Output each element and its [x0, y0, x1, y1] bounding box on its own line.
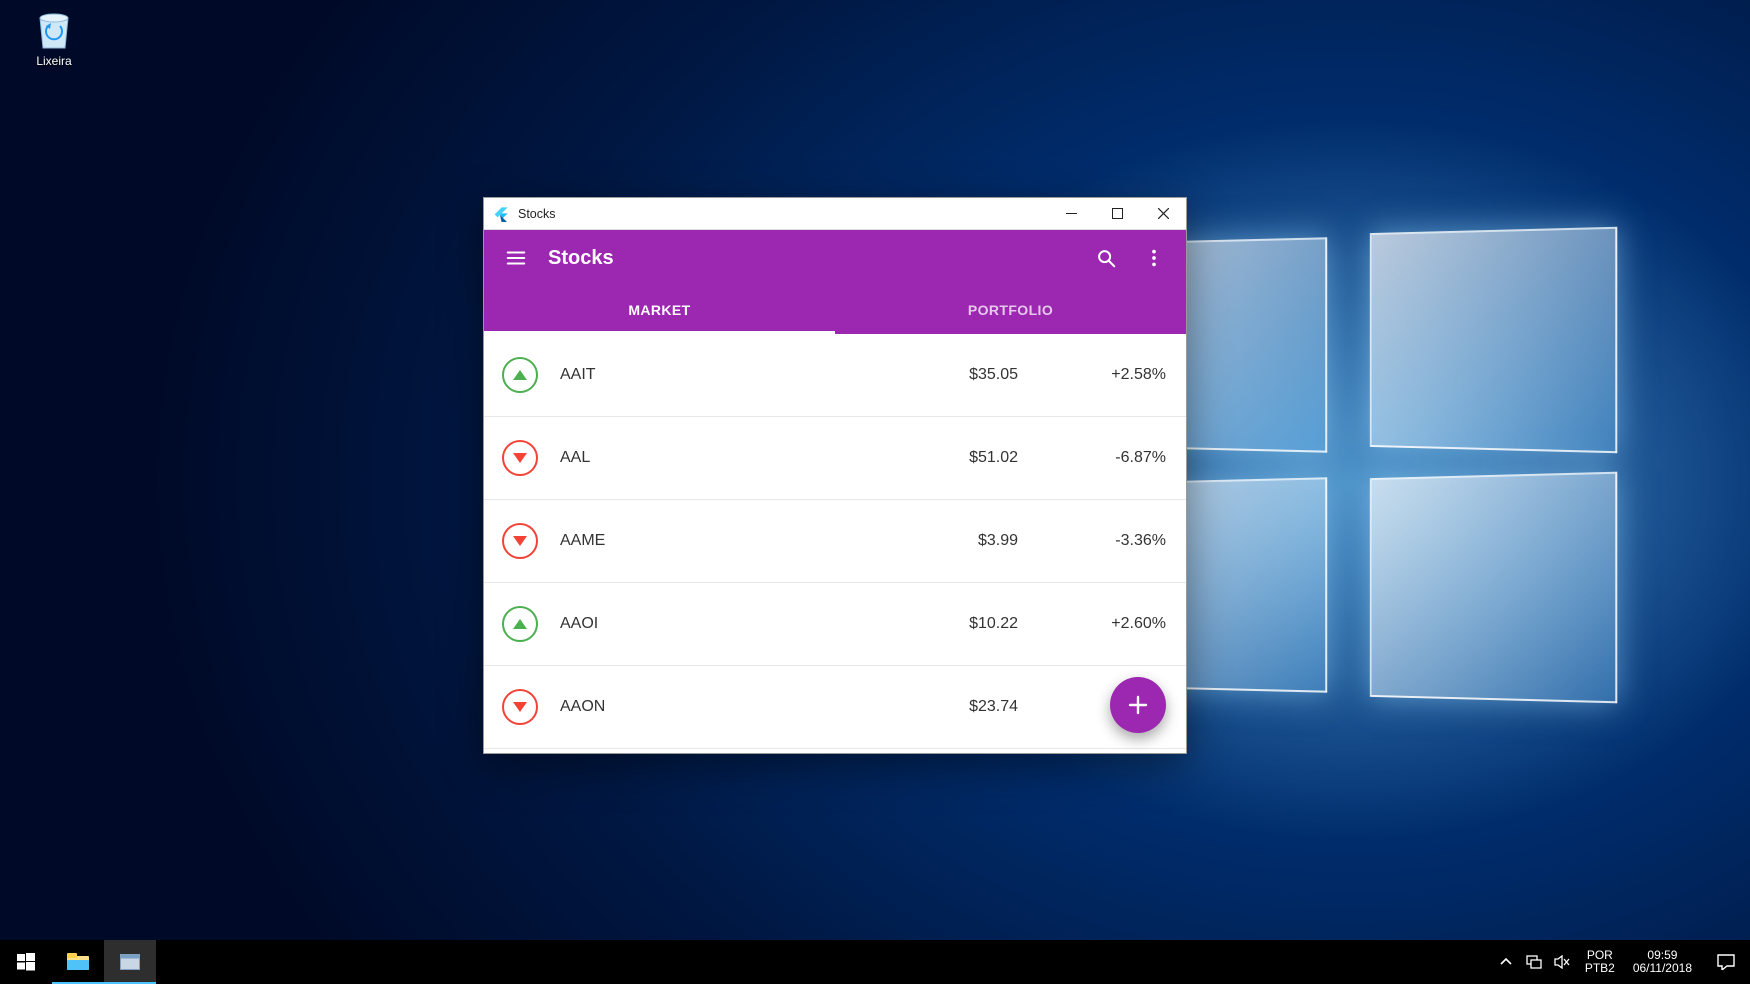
trend-up-icon — [502, 606, 538, 642]
stock-row[interactable]: AAL $51.02 -6.87% — [484, 417, 1186, 500]
stock-price: $3.99 — [740, 532, 1018, 550]
search-button[interactable] — [1082, 234, 1130, 282]
window-maximize-button[interactable] — [1094, 198, 1140, 229]
stock-price: $51.02 — [740, 449, 1018, 467]
stock-symbol: AAME — [560, 532, 740, 550]
file-explorer-icon — [67, 953, 89, 971]
clock[interactable]: 09:59 06/11/2018 — [1623, 940, 1702, 984]
trend-down-icon — [502, 689, 538, 725]
stock-row[interactable]: AAOI $10.22 +2.60% — [484, 583, 1186, 666]
app-window-stocks: Stocks Stocks — [483, 197, 1187, 754]
chevron-up-icon — [1500, 956, 1512, 968]
stock-symbol: AAIT — [560, 366, 740, 384]
hamburger-icon — [505, 247, 527, 269]
language-indicator[interactable]: POR PTB2 — [1577, 940, 1623, 984]
app-title: Stocks — [548, 247, 614, 270]
stock-row[interactable]: AAIT $35.05 +2.58% — [484, 334, 1186, 417]
tab-portfolio[interactable]: PORTFOLIO — [835, 286, 1186, 334]
taskbar: POR PTB2 09:59 06/11/2018 — [0, 940, 1750, 984]
window-close-button[interactable] — [1140, 198, 1186, 229]
stock-symbol: AAON — [560, 698, 740, 716]
flutter-icon — [490, 203, 512, 225]
menu-button[interactable] — [492, 234, 540, 282]
stock-change: -6.87% — [1018, 449, 1168, 467]
search-icon — [1095, 247, 1117, 269]
tray-network-button[interactable] — [1525, 953, 1543, 971]
window-titlebar[interactable]: Stocks — [484, 198, 1186, 230]
stock-price: $35.05 — [740, 366, 1018, 384]
action-center-button[interactable] — [1702, 940, 1750, 984]
trend-down-icon — [502, 523, 538, 559]
more-options-button[interactable] — [1130, 234, 1178, 282]
stock-change: +2.60% — [1018, 615, 1168, 633]
windows-logo-icon — [17, 953, 35, 971]
tab-market[interactable]: MARKET — [484, 286, 835, 334]
desktop-icon-recycle-bin[interactable]: Lixeira — [16, 8, 92, 68]
clock-date: 06/11/2018 — [1633, 962, 1692, 975]
plus-icon — [1126, 693, 1150, 717]
tray-volume-button[interactable] — [1553, 953, 1571, 971]
stock-change: -3.36% — [1018, 532, 1168, 550]
trend-down-icon — [502, 440, 538, 476]
network-icon — [1526, 955, 1542, 969]
taskbar-app-stocks[interactable] — [104, 940, 156, 984]
tab-label: MARKET — [628, 302, 690, 318]
volume-muted-icon — [1554, 955, 1570, 969]
tray-overflow-button[interactable] — [1497, 953, 1515, 971]
fab-add-button[interactable] — [1110, 677, 1166, 733]
app-window-icon — [120, 954, 140, 970]
windows-desktop: Lixeira Stocks — [0, 0, 1750, 984]
window-minimize-button[interactable] — [1048, 198, 1094, 229]
stock-change: +2.58% — [1018, 366, 1168, 384]
start-button[interactable] — [0, 940, 52, 984]
stock-row[interactable]: AAME $3.99 -3.36% — [484, 500, 1186, 583]
app-bar: Stocks MARKET PORTFOLIO — [484, 230, 1186, 334]
taskbar-app-file-explorer[interactable] — [52, 940, 104, 984]
window-title: Stocks — [518, 207, 556, 221]
desktop-icon-label: Lixeira — [16, 54, 92, 68]
tab-label: PORTFOLIO — [968, 302, 1053, 318]
stock-price: $10.22 — [740, 615, 1018, 633]
system-tray — [1489, 940, 1577, 984]
tab-bar: MARKET PORTFOLIO — [484, 286, 1186, 334]
language-line2: PTB2 — [1585, 962, 1615, 975]
stock-symbol: AAL — [560, 449, 740, 467]
stock-row[interactable]: AAON $23.74 — [484, 666, 1186, 749]
notification-icon — [1717, 954, 1735, 970]
recycle-bin-icon — [34, 8, 74, 50]
stock-list[interactable]: AAIT $35.05 +2.58% AAL $51.02 -6.87% AAM… — [484, 334, 1186, 753]
stock-price: $23.74 — [740, 698, 1018, 716]
stock-symbol: AAOI — [560, 615, 740, 633]
more-vertical-icon — [1143, 247, 1165, 269]
trend-up-icon — [502, 357, 538, 393]
